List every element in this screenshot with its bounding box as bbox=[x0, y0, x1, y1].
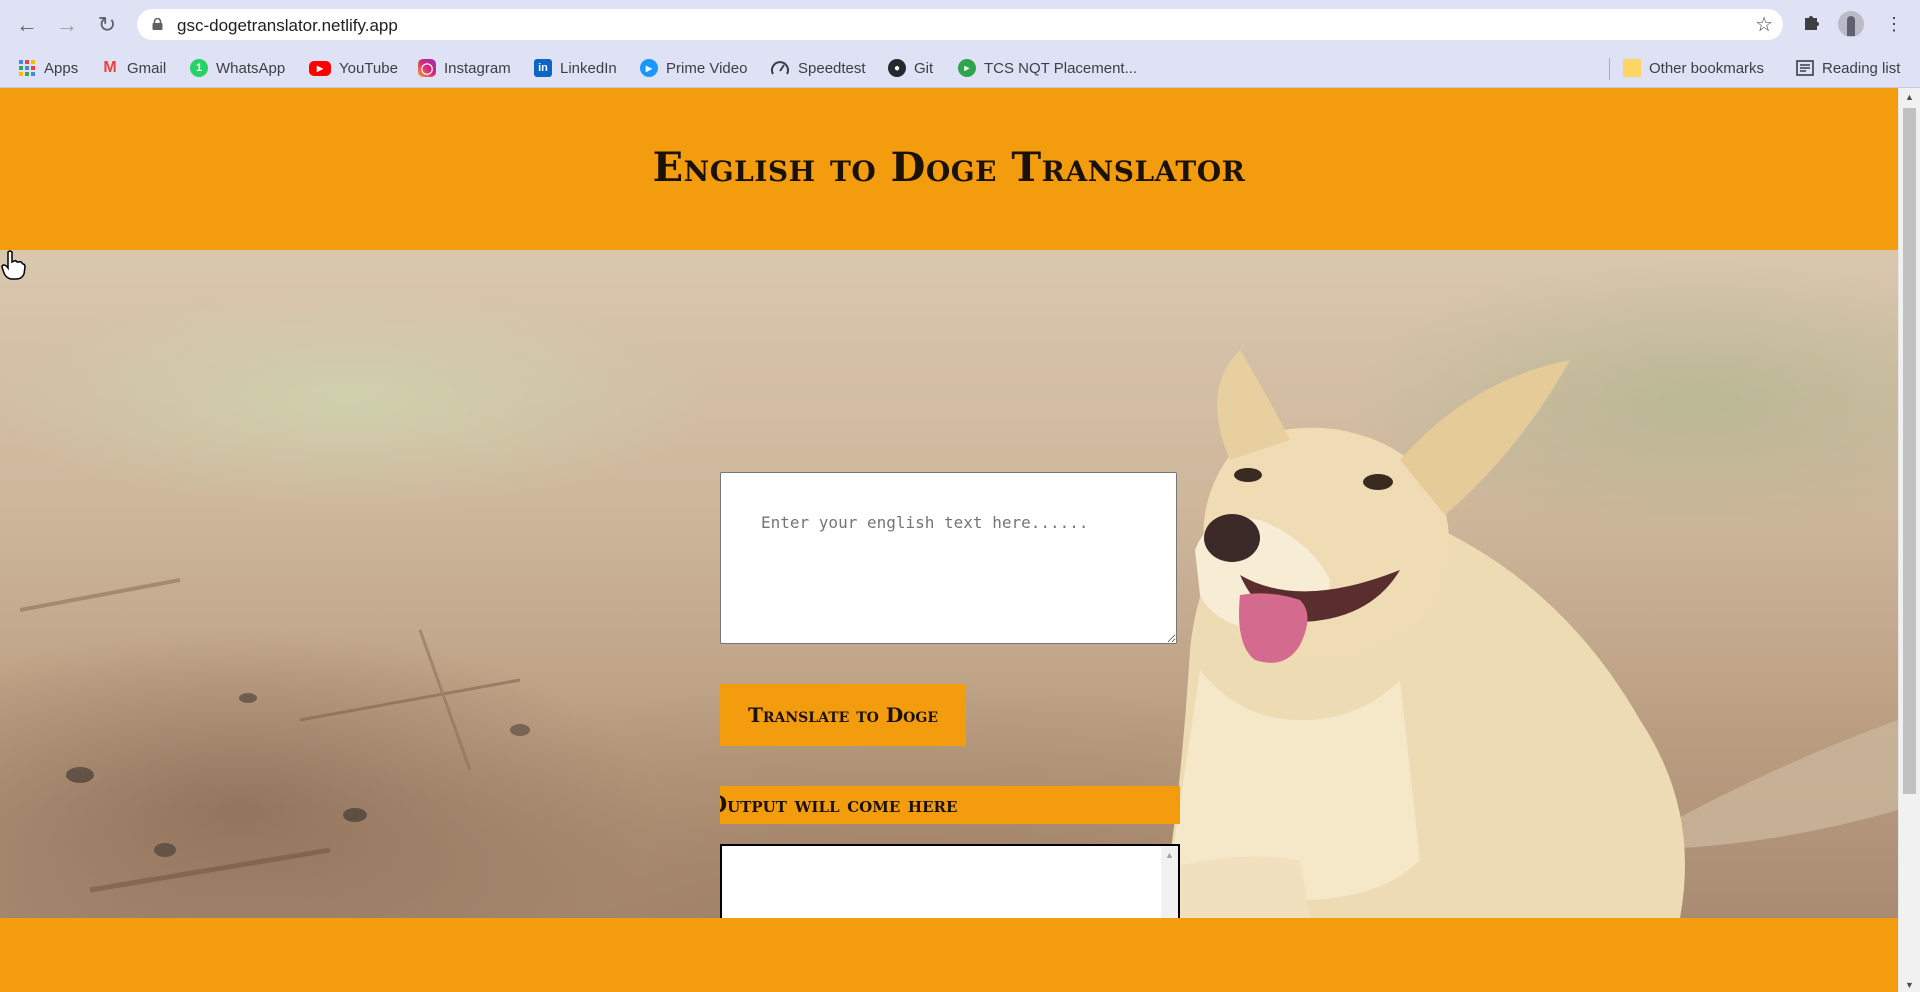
bookmark-label: Instagram bbox=[444, 59, 511, 77]
bookmark-linkedin[interactable]: in LinkedIn bbox=[534, 56, 617, 80]
translate-button[interactable]: Translate to Doge bbox=[720, 684, 966, 746]
address-bar[interactable]: gsc-dogetranslator.netlify.app ☆ bbox=[137, 9, 1783, 40]
gmail-icon: M bbox=[103, 59, 117, 76]
profile-avatar[interactable] bbox=[1838, 11, 1864, 37]
bookmark-label: LinkedIn bbox=[560, 59, 617, 77]
web-page: English to Doge Translator Enter your en… bbox=[0, 88, 1898, 992]
bookmark-label: Git bbox=[914, 59, 934, 77]
bookmark-whatsapp[interactable]: 1 WhatsApp bbox=[190, 56, 285, 80]
github-icon: ● bbox=[888, 59, 906, 77]
bookmark-label: YouTube bbox=[339, 59, 398, 77]
reload-icon[interactable]: ↻ bbox=[92, 10, 122, 40]
reading-list-button[interactable]: Reading list bbox=[1796, 56, 1900, 80]
folder-icon bbox=[1623, 59, 1641, 77]
tcs-icon: ► bbox=[958, 59, 976, 77]
bookmark-label: Prime Video bbox=[666, 59, 748, 77]
translation-output[interactable]: ▲ ▼ ◀ ▶ bbox=[720, 844, 1180, 918]
page-header: English to Doge Translator bbox=[0, 88, 1898, 250]
forward-arrow-icon[interactable]: → bbox=[52, 10, 82, 40]
url-text[interactable]: gsc-dogetranslator.netlify.app bbox=[177, 16, 398, 36]
lock-icon bbox=[152, 18, 163, 30]
reading-list-icon bbox=[1796, 60, 1814, 76]
english-text-input[interactable] bbox=[720, 472, 1177, 644]
browser-toolbar: ← → ↻ gsc-dogetranslator.netlify.app ☆ ⋮ bbox=[0, 0, 1920, 48]
apps-grid-icon bbox=[19, 60, 35, 76]
page-scroll-down-icon[interactable]: ▼ bbox=[1905, 980, 1914, 990]
bookmark-other-bookmarks[interactable]: Other bookmarks bbox=[1623, 56, 1764, 80]
speedtest-icon bbox=[771, 61, 789, 75]
output-vertical-scrollbar[interactable]: ▲ ▼ bbox=[1161, 846, 1178, 918]
bookmark-git[interactable]: ● Git bbox=[888, 56, 933, 80]
bookmark-label: Gmail bbox=[127, 59, 167, 77]
browser-menu-icon[interactable]: ⋮ bbox=[1882, 12, 1906, 36]
page-scrollbar[interactable]: ▲ ▼ bbox=[1898, 88, 1920, 992]
back-arrow-icon[interactable]: ← bbox=[12, 10, 42, 40]
extensions-puzzle-icon[interactable] bbox=[1800, 12, 1824, 36]
instagram-icon: ◯ bbox=[418, 59, 436, 77]
page-title: English to Doge Translator bbox=[652, 144, 1246, 191]
other-bookmarks-label: Other bookmarks bbox=[1649, 59, 1765, 77]
output-label-text: Output will come here bbox=[720, 792, 958, 818]
bookmark-label: Speedtest bbox=[798, 59, 866, 77]
bookmark-instagram[interactable]: ◯ Instagram bbox=[418, 56, 511, 80]
linkedin-icon: in bbox=[534, 59, 552, 77]
bookmark-youtube[interactable]: ▶ YouTube bbox=[309, 56, 398, 80]
bookmark-label: TCS NQT Placement... bbox=[984, 59, 1138, 77]
page-footer bbox=[0, 918, 1898, 992]
bookmarks-bar: Apps M Gmail 1 WhatsApp ▶ YouTube ◯ Inst… bbox=[0, 48, 1920, 88]
bookmark-label: WhatsApp bbox=[216, 59, 286, 77]
bookmark-tcs-nqt[interactable]: ► TCS NQT Placement... bbox=[958, 56, 1137, 80]
reading-list-label: Reading list bbox=[1822, 59, 1901, 77]
page-scroll-up-icon[interactable]: ▲ bbox=[1905, 92, 1914, 102]
scroll-up-arrow-icon[interactable]: ▲ bbox=[1165, 850, 1174, 860]
hero-dog-background: Translate to Doge Output will come here … bbox=[0, 250, 1898, 918]
bookmark-star-icon[interactable]: ☆ bbox=[1755, 12, 1773, 37]
bookmarks-divider bbox=[1609, 58, 1610, 80]
whatsapp-icon: 1 bbox=[190, 59, 208, 77]
page-scroll-thumb[interactable] bbox=[1903, 108, 1916, 794]
bookmark-label: Apps bbox=[44, 59, 79, 77]
youtube-icon: ▶ bbox=[309, 60, 331, 76]
output-label: Output will come here bbox=[720, 786, 1180, 824]
bookmark-gmail[interactable]: M Gmail bbox=[101, 56, 166, 80]
prime-video-icon: ▶ bbox=[640, 59, 658, 77]
bookmark-speedtest[interactable]: Speedtest bbox=[770, 56, 866, 80]
bookmark-apps[interactable]: Apps bbox=[18, 56, 78, 80]
bookmark-prime-video[interactable]: ▶ Prime Video bbox=[640, 56, 747, 80]
hand-pointer-cursor-icon bbox=[1, 250, 26, 280]
